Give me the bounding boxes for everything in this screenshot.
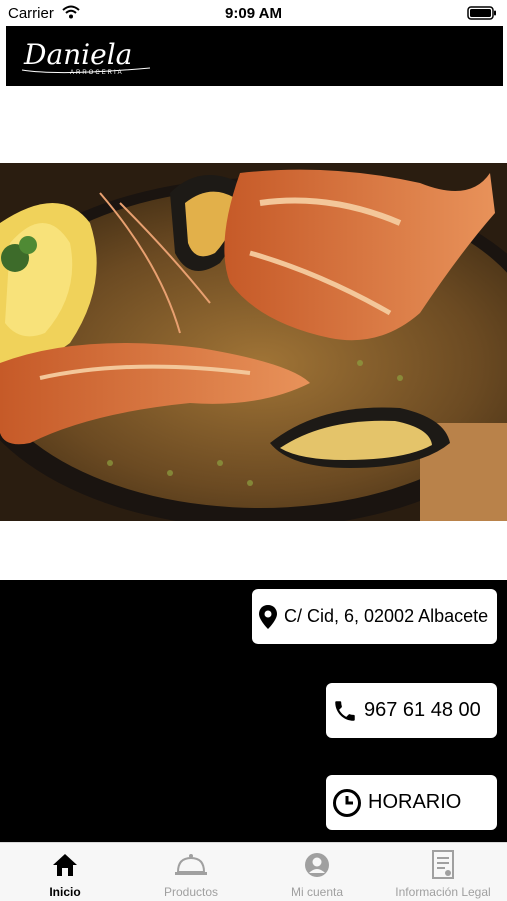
battery-icon [467,6,497,24]
phone-button[interactable]: 967 61 48 00 [326,683,497,738]
phone-icon [332,698,358,724]
app-header: Daniela ARROCERIA [6,26,503,86]
tab-label-productos: Productos [163,885,219,899]
tab-bar: Inicio Productos Mi cuenta Información L… [0,842,507,901]
phone-number: 967 61 48 00 [364,699,481,721]
service-bell-icon [174,851,208,879]
address-text: C/ Cid, 6, 02002 Albacete [284,606,489,626]
tab-inicio[interactable]: Inicio [2,843,128,901]
contact-panel: C/ Cid, 6, 02002 Albacete 967 61 48 00 H… [0,580,507,842]
home-icon [51,851,79,879]
brand-logo: Daniela ARROCERIA [20,32,160,83]
document-icon [430,850,456,879]
tab-label-mi-cuenta: Mi cuenta [290,885,344,899]
hours-button[interactable]: HORARIO [326,775,497,830]
clock: 9:09 AM [225,5,282,22]
hours-label: HORARIO [368,791,462,813]
tab-label-informacion-legal: Información Legal [395,885,491,899]
user-icon [304,851,330,879]
svg-text:Daniela: Daniela [23,38,132,71]
clock-icon [332,788,362,818]
hero-paella-image [0,163,507,528]
tab-label-inicio: Inicio [49,885,81,899]
address-button[interactable]: C/ Cid, 6, 02002 Albacete [252,589,497,644]
tab-mi-cuenta[interactable]: Mi cuenta [254,843,380,901]
status-bar: Carrier 9:09 AM [0,0,507,26]
tab-productos[interactable]: Productos [128,843,254,901]
map-pin-icon [258,604,278,630]
tab-informacion-legal[interactable]: Información Legal [380,843,506,901]
